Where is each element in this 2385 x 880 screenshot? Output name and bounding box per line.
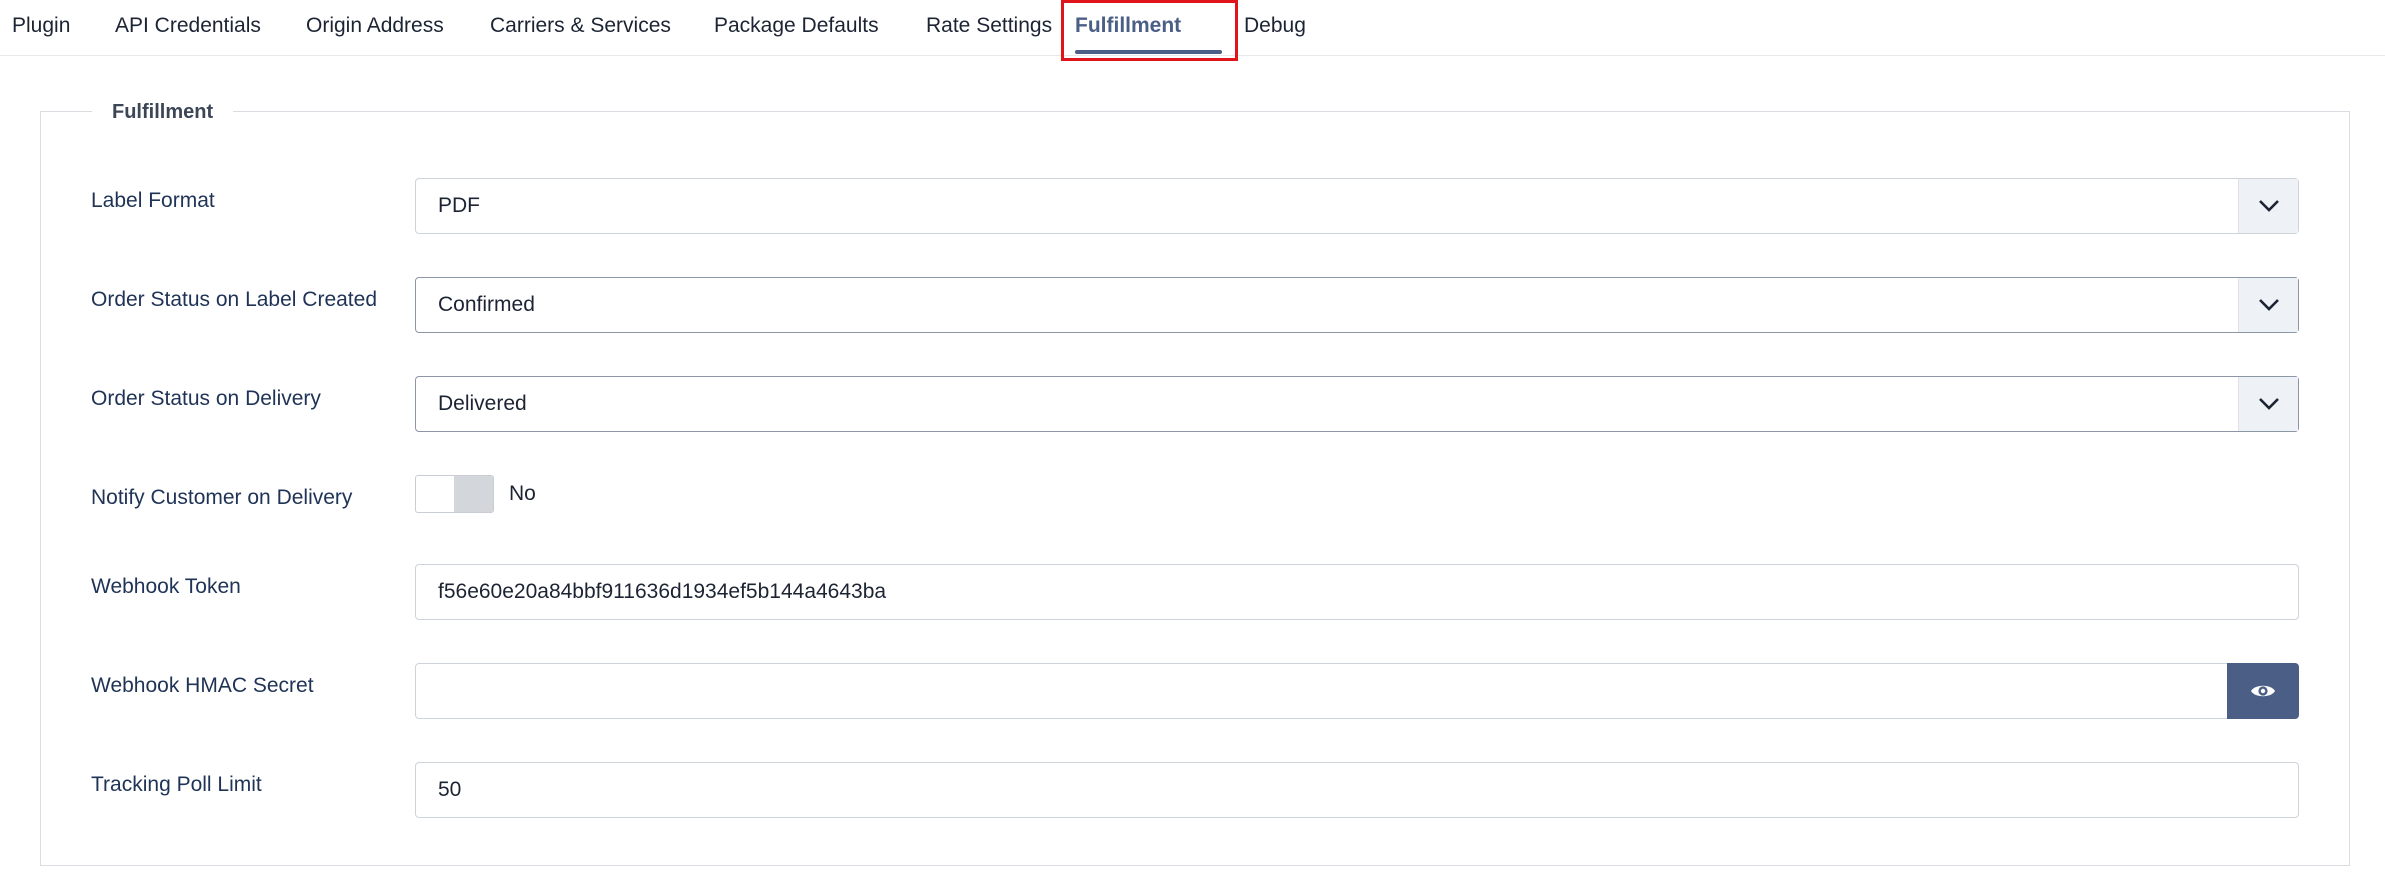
reveal-secret-button[interactable]: [2227, 663, 2299, 719]
tab-debug[interactable]: Debug: [1244, 0, 1306, 56]
order-status-label-created-value: Confirmed: [438, 293, 535, 316]
order-status-delivery-label: Order Status on Delivery: [91, 387, 321, 410]
notify-customer-state: No: [509, 482, 536, 505]
fieldset-legend: Fulfillment: [92, 97, 234, 127]
notify-customer-label: Notify Customer on Delivery: [91, 486, 353, 509]
label-format-select[interactable]: PDF: [415, 178, 2299, 234]
order-status-label-created-label: Order Status on Label Created: [91, 288, 378, 311]
order-status-delivery-select[interactable]: Delivered: [415, 376, 2299, 432]
order-status-label-created-select[interactable]: Confirmed: [415, 277, 2299, 333]
webhook-hmac-secret-label: Webhook HMAC Secret: [91, 674, 314, 697]
chevron-down-icon: [2238, 179, 2298, 233]
chevron-down-icon: [2238, 377, 2298, 431]
tracking-poll-limit-input[interactable]: 50: [415, 762, 2299, 818]
tracking-poll-limit-label: Tracking Poll Limit: [91, 773, 262, 796]
toggle-knob: [454, 476, 493, 512]
highlight-box: [1061, 0, 1238, 61]
tracking-poll-limit-value: 50: [438, 778, 462, 801]
notify-customer-toggle[interactable]: [415, 475, 494, 513]
label-format-value: PDF: [438, 194, 480, 217]
webhook-token-input[interactable]: f56e60e20a84bbf911636d1934ef5b144a4643ba: [415, 564, 2299, 620]
webhook-token-label: Webhook Token: [91, 575, 241, 598]
tab-api-credentials[interactable]: API Credentials: [115, 0, 261, 56]
order-status-delivery-value: Delivered: [438, 392, 527, 415]
tab-rate-settings[interactable]: Rate Settings: [926, 0, 1052, 56]
webhook-hmac-secret-input[interactable]: [415, 663, 2231, 719]
tab-origin-address[interactable]: Origin Address: [306, 0, 444, 56]
tab-plugin[interactable]: Plugin: [12, 0, 70, 56]
tab-package-defaults[interactable]: Package Defaults: [714, 0, 879, 56]
webhook-token-value: f56e60e20a84bbf911636d1934ef5b144a4643ba: [438, 580, 887, 603]
label-format-label: Label Format: [91, 189, 215, 212]
eye-icon: [2251, 685, 2275, 697]
chevron-down-icon: [2238, 278, 2298, 332]
tab-carriers-services[interactable]: Carriers & Services: [490, 0, 671, 56]
